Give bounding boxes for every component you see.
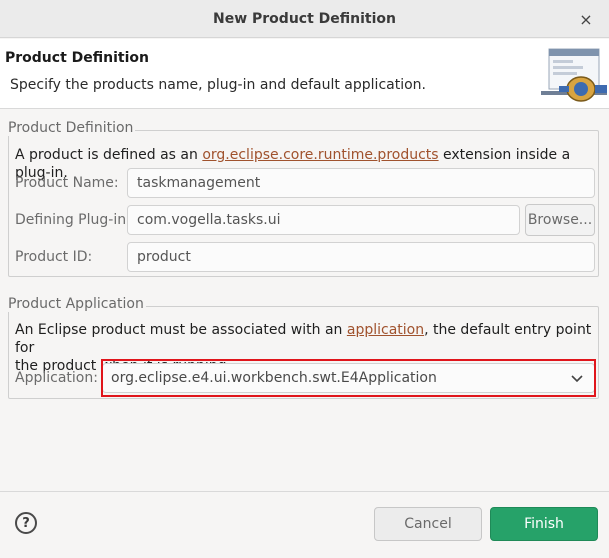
product-id-field[interactable]: product <box>127 242 595 272</box>
finish-button[interactable]: Finish <box>490 507 598 541</box>
footer-divider <box>0 491 609 492</box>
help-icon[interactable]: ? <box>15 512 37 534</box>
defining-plugin-field[interactable]: com.vogella.tasks.ui <box>127 205 520 235</box>
wizard-header: Product Definition Specify the products … <box>0 39 609 109</box>
header-description: Specify the products name, plug-in and d… <box>10 77 426 93</box>
product-definition-legend: Product Definition <box>8 120 136 136</box>
close-icon[interactable]: × <box>575 8 597 30</box>
header-title: Product Definition <box>5 50 149 66</box>
application-label: Application: <box>15 370 98 386</box>
product-application-group: Product Application An Eclipse product m… <box>8 296 599 399</box>
dialog-title: New Product Definition <box>213 10 396 27</box>
application-combo-value: org.eclipse.e4.ui.workbench.swt.E4Applic… <box>111 370 437 386</box>
product-definition-group: Product Definition A product is defined … <box>8 120 599 277</box>
application-combo[interactable]: org.eclipse.e4.ui.workbench.swt.E4Applic… <box>102 363 595 393</box>
defining-plugin-label: Defining Plug-in: <box>15 212 131 228</box>
desc-prefix: A product is defined as an <box>15 147 203 163</box>
product-application-legend: Product Application <box>8 296 146 312</box>
product-id-label: Product ID: <box>15 249 93 265</box>
chevron-down-icon <box>571 375 583 383</box>
cancel-button[interactable]: Cancel <box>374 507 482 541</box>
product-name-label: Product Name: <box>15 175 119 191</box>
application-link[interactable]: application <box>347 322 424 338</box>
product-name-field[interactable]: taskmanagement <box>127 168 595 198</box>
browse-button[interactable]: Browse... <box>525 204 595 236</box>
dialog-titlebar: New Product Definition × <box>0 0 609 38</box>
wizard-banner-icon <box>541 48 607 102</box>
app-desc-prefix: An Eclipse product must be associated wi… <box>15 322 347 338</box>
products-extension-link[interactable]: org.eclipse.core.runtime.products <box>202 147 438 163</box>
